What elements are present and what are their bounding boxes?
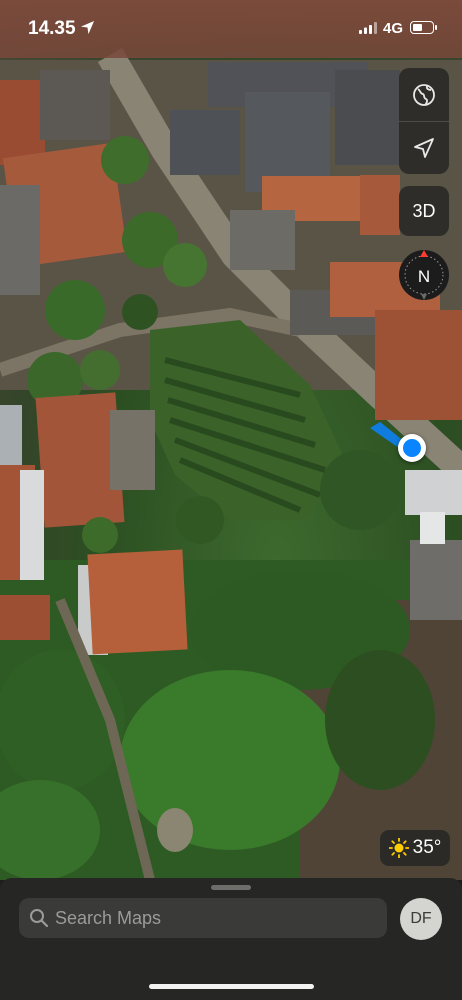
network-type: 4G xyxy=(383,20,404,37)
track-location-button[interactable] xyxy=(399,121,449,174)
temperature-label: 35° xyxy=(412,837,442,858)
cellular-signal-icon xyxy=(359,22,377,34)
compass-button[interactable]: N xyxy=(399,250,449,300)
bottom-sheet[interactable]: Search Maps DF xyxy=(0,878,462,1000)
location-services-icon xyxy=(80,20,95,35)
search-icon xyxy=(29,908,49,928)
search-bar[interactable]: Search Maps xyxy=(19,898,387,938)
sheet-grabber[interactable] xyxy=(211,885,251,890)
location-arrow-icon xyxy=(414,137,434,158)
globe-icon xyxy=(413,83,435,106)
compass-north-label: N xyxy=(418,267,430,286)
view-3d-button[interactable]: 3D xyxy=(399,186,449,236)
profile-avatar[interactable]: DF xyxy=(400,898,442,940)
search-placeholder: Search Maps xyxy=(55,907,162,928)
compass-icon: N xyxy=(399,250,449,300)
status-bar: 14.35 4G xyxy=(0,0,462,58)
map-controls xyxy=(399,68,449,174)
home-indicator xyxy=(149,984,314,989)
user-location-marker[interactable] xyxy=(398,434,426,462)
battery-icon xyxy=(410,21,437,34)
weather-badge[interactable]: 35° xyxy=(380,830,450,866)
status-time: 14.35 xyxy=(28,18,76,39)
sun-icon xyxy=(388,838,409,858)
map-style-button[interactable] xyxy=(399,68,449,121)
